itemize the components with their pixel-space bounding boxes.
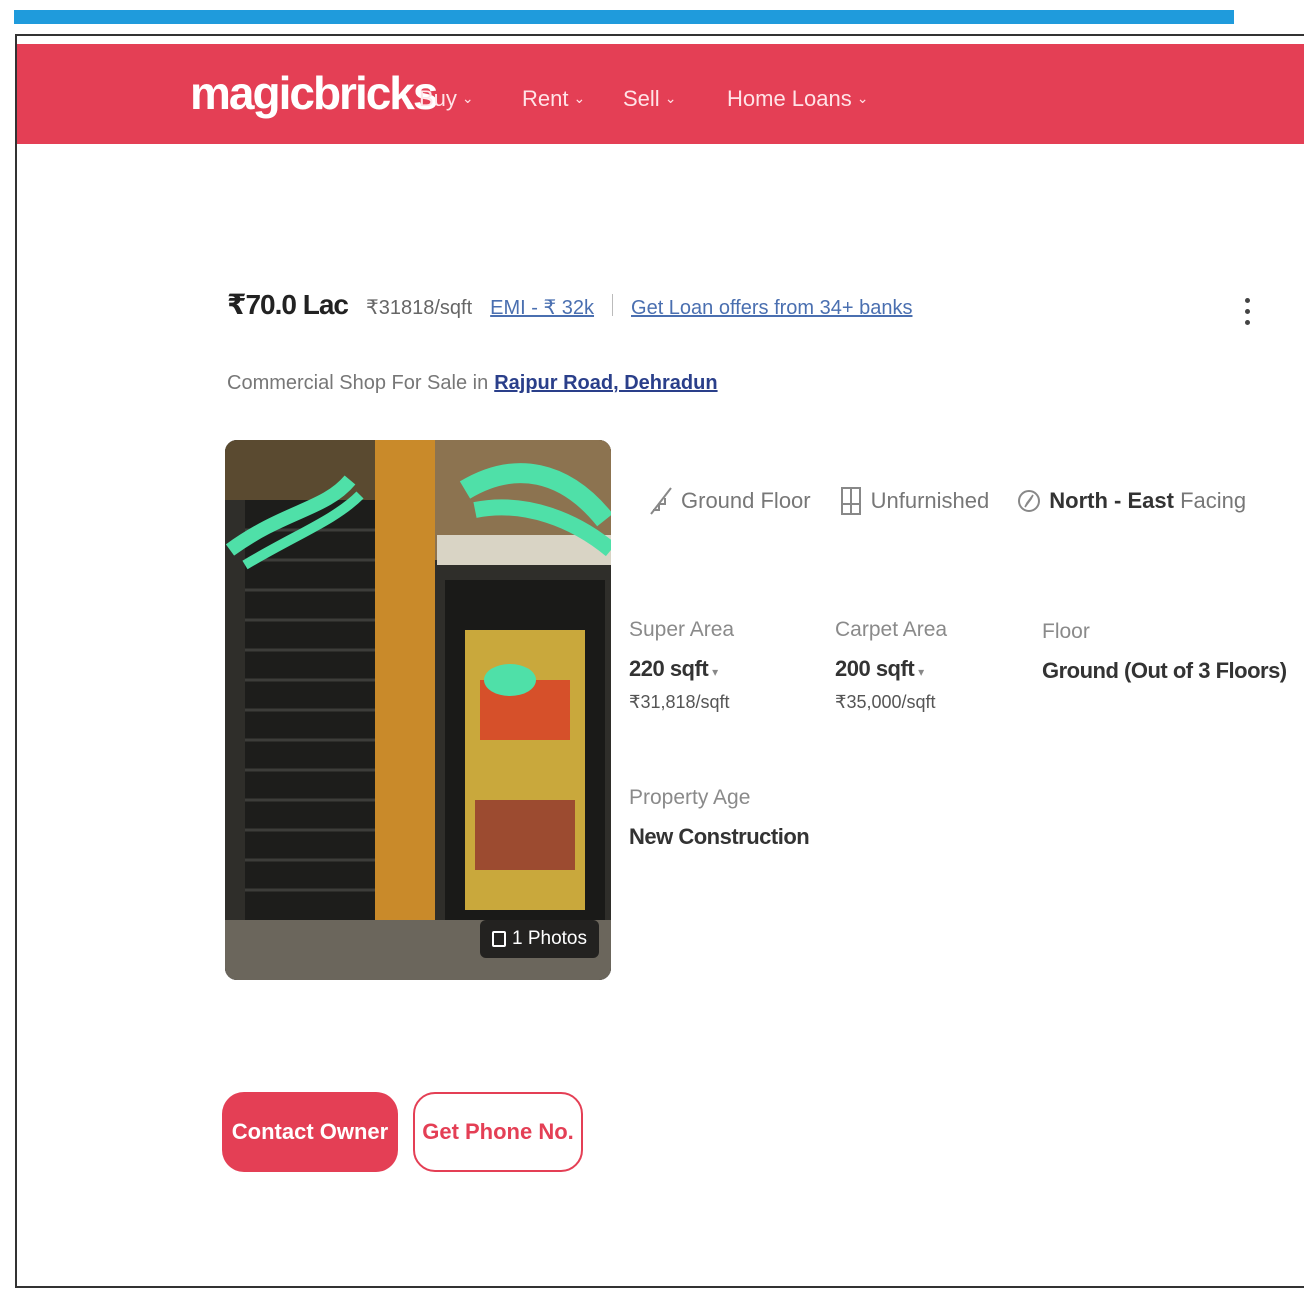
tag-floor: Ground Floor: [649, 486, 811, 516]
spec-value[interactable]: 220 sqft ▾: [629, 656, 734, 682]
tag-facing: North - East Facing: [1017, 486, 1246, 516]
top-accent-strip: [14, 10, 1234, 24]
spec-value[interactable]: 200 sqft ▾: [835, 656, 947, 682]
photo-count: 1 Photos: [512, 928, 587, 949]
chevron-down-icon: ⌄: [573, 89, 586, 106]
spec-carpet-area: Carpet Area 200 sqft ▾ ₹35,000/sqft: [835, 618, 947, 713]
nav-item-sell[interactable]: Sell ⌄: [623, 86, 676, 112]
photo-count-badge[interactable]: 1 Photos: [480, 920, 599, 958]
spec-property-age: Property Age New Construction: [629, 786, 810, 850]
spec-label: Floor: [1042, 620, 1090, 643]
property-photo[interactable]: 1 Photos: [225, 440, 611, 980]
caret-down-icon: ▾: [918, 665, 924, 679]
spec-label: Super Area: [629, 618, 735, 641]
furnishing-tag-label: Unfurnished: [870, 488, 990, 513]
chevron-down-icon: ⌄: [664, 89, 677, 106]
spec-rate: ₹31,818/sqft: [629, 692, 730, 712]
nav-item-label: Rent: [522, 86, 569, 111]
spec-label: Carpet Area: [835, 618, 948, 641]
spec-value: Ground (Out of 3 Floors): [1042, 658, 1287, 683]
more-options-icon[interactable]: [1241, 294, 1253, 334]
contact-owner-button[interactable]: Contact Owner: [222, 1092, 398, 1172]
price-row: ₹70.0 Lac ₹31818/sqft EMI - ₹ 32k Get Lo…: [227, 288, 912, 321]
spec-floor: Floor Ground (Out of 3 Floors): [1042, 620, 1287, 684]
spec-value: New Construction: [629, 824, 810, 849]
floor-tag-label: Ground Floor: [681, 488, 811, 513]
get-phone-button[interactable]: Get Phone No.: [413, 1092, 583, 1172]
listing-price: ₹70.0 Lac: [227, 289, 349, 320]
chevron-down-icon: ⌄: [856, 89, 869, 106]
emi-link[interactable]: EMI - ₹ 32k: [490, 295, 594, 320]
caret-down-icon: ▾: [712, 665, 718, 679]
top-navbar: magicbricks Buy ⌄ Rent ⌄ Sell ⌄ Home Loans ⌄: [17, 44, 1304, 144]
spec-super-area: Super Area 220 sqft ▾ ₹31,818/sqft: [629, 618, 734, 713]
brand-logo[interactable]: magicbricks: [190, 66, 438, 120]
price-per-sqft: ₹31818/sqft: [366, 297, 473, 319]
property-tags: Ground Floor Unfurnished North - East Fa…: [649, 486, 1246, 516]
tag-furnishing: Unfurnished: [839, 486, 990, 516]
wardrobe-icon: [840, 487, 861, 515]
page-frame: magicbricks Buy ⌄ Rent ⌄ Sell ⌄ Home Loans ⌄…: [15, 34, 1304, 1288]
loan-offers-link[interactable]: Get Loan offers from 34+ banks: [631, 297, 912, 320]
nav-item-buy[interactable]: Buy ⌄: [419, 86, 474, 112]
facing-direction: North - East: [1049, 488, 1174, 513]
nav-item-label: Buy: [419, 86, 457, 111]
shop-photo-image: [225, 440, 611, 980]
spec-label: Property Age: [629, 786, 751, 809]
nav-item-label: Sell: [623, 86, 660, 111]
location-link[interactable]: Rajpur Road, Dehradun: [494, 372, 717, 394]
spec-rate: ₹35,000/sqft: [835, 692, 936, 712]
chevron-down-icon: ⌄: [461, 89, 474, 106]
listing-type-text: Commercial Shop For Sale in: [227, 372, 489, 394]
nav-item-rent[interactable]: Rent ⌄: [522, 86, 585, 112]
nav-item-home-loans[interactable]: Home Loans ⌄: [727, 86, 868, 112]
listing-subtitle: Commercial Shop For Sale in Rajpur Road, …: [227, 372, 718, 395]
nav-item-label: Home Loans: [727, 86, 852, 111]
divider: [612, 293, 614, 316]
stairs-icon: [650, 487, 672, 515]
facing-suffix: Facing: [1180, 488, 1247, 513]
image-icon: [492, 931, 506, 947]
compass-icon: [1018, 490, 1041, 512]
